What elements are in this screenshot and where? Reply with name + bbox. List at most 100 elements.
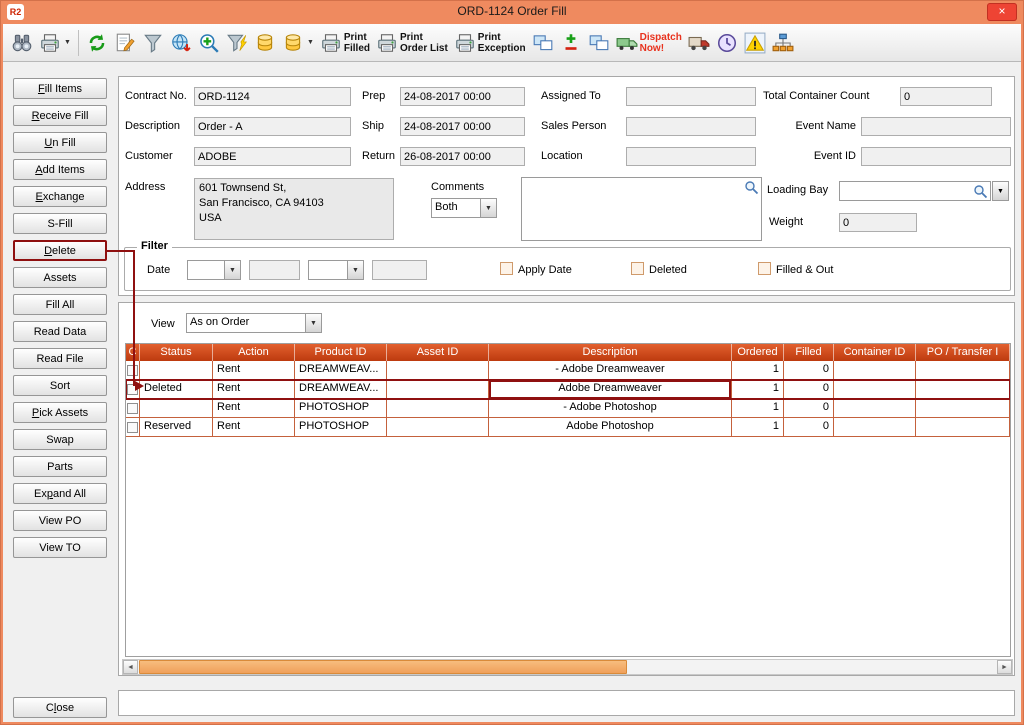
dispatch-now-button[interactable]: DispatchNow! <box>613 27 685 59</box>
table-row[interactable]: DeletedRentDREAMWEAV...Adobe Dreamweaver… <box>126 380 1010 399</box>
table-row[interactable]: ReservedRentPHOTOSHOPAdobe Photoshop10 <box>126 418 1010 437</box>
filter-date-value-2-field[interactable] <box>372 260 427 280</box>
table-row[interactable]: RentPHOTOSHOP- Adobe Photoshop10 <box>126 399 1010 418</box>
loading-bay-dropdown-button[interactable]: ▼ <box>992 181 1009 201</box>
sidebar-button-sort[interactable]: Sort <box>13 375 107 396</box>
refresh-button[interactable] <box>83 27 111 59</box>
ship-date-field[interactable] <box>400 117 525 136</box>
compare-button[interactable] <box>529 27 557 59</box>
print-setup-button[interactable]: ▼ <box>36 27 74 59</box>
comments-mode-combo[interactable]: Both ▼ <box>431 198 497 218</box>
grid-body: RentDREAMWEAV...- Adobe Dreamweaver10Del… <box>126 361 1010 437</box>
location-field[interactable] <box>626 147 756 166</box>
column-header-po-transfer-i[interactable]: PO / Transfer I <box>916 344 1010 361</box>
add-remove-button[interactable] <box>557 27 585 59</box>
clear-filter-button[interactable] <box>139 27 167 59</box>
compare-alt-button[interactable] <box>585 27 613 59</box>
sidebar-button-un-fill[interactable]: Un Fill <box>13 132 107 153</box>
sidebar-button-expand-all[interactable]: Expand All <box>13 483 107 504</box>
row-checkbox[interactable] <box>127 403 138 414</box>
chevron-down-icon[interactable]: ▼ <box>347 261 363 279</box>
time-button[interactable] <box>713 27 741 59</box>
fill-stack-button[interactable] <box>251 27 279 59</box>
filter-date-type-2-combo[interactable]: ▼ <box>308 260 364 280</box>
column-header-container-id[interactable]: Container ID <box>834 344 916 361</box>
sidebar-button-swap[interactable]: Swap <box>13 429 107 450</box>
chevron-down-icon[interactable]: ▼ <box>224 261 240 279</box>
scrollbar-thumb[interactable] <box>139 660 627 674</box>
column-header-filled[interactable]: Filled <box>784 344 834 361</box>
sidebar-button-fill-items[interactable]: Fill Items <box>13 78 107 99</box>
comments-box[interactable] <box>521 177 762 241</box>
scroll-left-button[interactable]: ◄ <box>123 660 138 674</box>
print-filled-button[interactable]: PrintFilled <box>317 27 373 59</box>
search-icon[interactable] <box>744 180 759 195</box>
web-order-button[interactable] <box>167 27 195 59</box>
print-exception-button[interactable]: PrintException <box>451 27 529 59</box>
column-header-action[interactable]: Action <box>213 344 295 361</box>
add-item-button[interactable] <box>195 27 223 59</box>
column-header-ordered[interactable]: Ordered <box>732 344 784 361</box>
contract-no-field[interactable] <box>194 87 351 106</box>
sidebar-button-exchange[interactable]: Exchange <box>13 186 107 207</box>
sidebar-button-s-fill[interactable]: S-Fill <box>13 213 107 234</box>
view-combo[interactable]: As on Order ▼ <box>186 313 322 333</box>
sitemap-button[interactable] <box>769 27 797 59</box>
event-id-field[interactable] <box>861 147 1011 166</box>
print-order-list-button[interactable]: PrintOrder List <box>373 27 451 59</box>
sidebar-button-view-po[interactable]: View PO <box>13 510 107 531</box>
sidebar-button-assets[interactable]: Assets <box>13 267 107 288</box>
prep-date-field[interactable] <box>400 87 525 106</box>
total-container-count-field[interactable] <box>900 87 992 106</box>
horizontal-scrollbar[interactable]: ◄ ► <box>122 659 1013 675</box>
unfill-stack-button[interactable]: ▼ <box>279 27 317 59</box>
sidebar-button-close[interactable]: Close <box>13 697 107 718</box>
print-filled-button-label: PrintFilled <box>344 32 370 54</box>
filled-and-out-checkbox[interactable] <box>758 262 771 275</box>
column-header-status[interactable]: Status <box>140 344 213 361</box>
search-icon[interactable] <box>973 184 988 199</box>
edit-button[interactable] <box>111 27 139 59</box>
truck-button[interactable] <box>685 27 713 59</box>
deleted-checkbox[interactable] <box>631 262 644 275</box>
filter-date-value-1-field[interactable] <box>249 260 300 280</box>
find-button[interactable] <box>8 27 36 59</box>
loading-bay-field[interactable] <box>839 181 991 201</box>
sidebar-button-read-file[interactable]: Read File <box>13 348 107 369</box>
apply-date-checkbox[interactable] <box>500 262 513 275</box>
row-checkbox[interactable] <box>127 422 138 433</box>
sidebar-button-view-to[interactable]: View TO <box>13 537 107 558</box>
screens-icon <box>588 32 610 54</box>
close-window-button[interactable]: × <box>987 3 1017 21</box>
sales-person-field[interactable] <box>626 117 756 136</box>
return-label: Return <box>362 150 395 162</box>
filter-date-type-1-combo[interactable]: ▼ <box>187 260 241 280</box>
return-date-field[interactable] <box>400 147 525 166</box>
sidebar-button-parts[interactable]: Parts <box>13 456 107 477</box>
sidebar-button-fill-all[interactable]: Fill All <box>13 294 107 315</box>
customer-field[interactable] <box>194 147 351 166</box>
scroll-right-button[interactable]: ► <box>997 660 1012 674</box>
dropdown-arrow-icon[interactable]: ▼ <box>64 39 71 46</box>
table-row[interactable]: RentDREAMWEAV...- Adobe Dreamweaver10 <box>126 361 1010 380</box>
weight-field[interactable] <box>839 213 917 232</box>
dropdown-arrow-icon[interactable]: ▼ <box>307 39 314 46</box>
filter-button[interactable] <box>223 27 251 59</box>
sidebar-button-read-data[interactable]: Read Data <box>13 321 107 342</box>
sidebar-button-add-items[interactable]: Add Items <box>13 159 107 180</box>
column-header-asset-id[interactable]: Asset ID <box>387 344 489 361</box>
sidebar-button-receive-fill[interactable]: Receive Fill <box>13 105 107 126</box>
cell-product-id: DREAMWEAV... <box>295 380 387 399</box>
assigned-to-field[interactable] <box>626 87 756 106</box>
sidebar-button-pick-assets[interactable]: Pick Assets <box>13 402 107 423</box>
chevron-down-icon[interactable]: ▼ <box>480 199 496 217</box>
column-header-product-id[interactable]: Product ID <box>295 344 387 361</box>
description-field[interactable] <box>194 117 351 136</box>
sidebar-button-label: Assets <box>43 272 76 284</box>
loading-bay-value <box>840 182 990 186</box>
chevron-down-icon[interactable]: ▼ <box>305 314 321 332</box>
column-header-description[interactable]: Description <box>489 344 732 361</box>
alert-button[interactable] <box>741 27 769 59</box>
sidebar-button-delete[interactable]: Delete <box>13 240 107 261</box>
event-name-field[interactable] <box>861 117 1011 136</box>
